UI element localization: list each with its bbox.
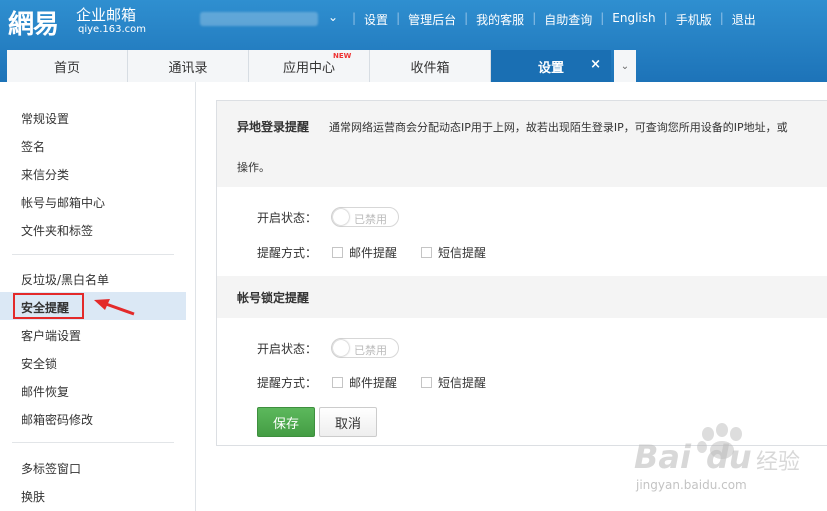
watermark-brand: Bai <box>634 438 691 476</box>
link-divider: | <box>464 11 469 25</box>
save-button[interactable]: 保存 <box>257 407 315 437</box>
account-name-blurred[interactable] <box>200 12 318 26</box>
method-label: 提醒方式： <box>257 376 318 390</box>
tab-more-dropdown[interactable]: ⌄ <box>614 50 636 82</box>
toggle-knob <box>333 209 349 225</box>
sidebar-item-client-settings[interactable]: 客户端设置 <box>21 327 81 344</box>
link-logout[interactable]: 退出 <box>732 11 756 28</box>
logo-brand: 網易 <box>8 10 59 40</box>
section-title: 帐号锁定提醒 <box>237 291 310 305</box>
section-description-cont: 操作。 <box>237 161 270 174</box>
chevron-down-icon: ⌄ <box>620 60 630 72</box>
sidebar-item-skin[interactable]: 换肤 <box>21 488 45 505</box>
status-label: 开启状态： <box>257 342 318 356</box>
tab-label: 应用中心 <box>282 60 335 76</box>
link-divider: | <box>600 11 605 25</box>
section-description: 通常网络运营商会分配动态IP用于上网，故若出现陌生登录IP，可查询您所用设备的I… <box>329 121 788 134</box>
tab-home[interactable]: 首页 <box>7 50 128 82</box>
annotation-arrow-icon <box>94 299 135 316</box>
watermark-suffix: 经验 <box>756 450 801 475</box>
toggle-text: 已禁用 <box>354 213 387 226</box>
tab-bar: 首页 通讯录 应用中心 NEW 收件箱 设置 × ⌄ <box>7 50 636 82</box>
section-header-account-lock: 帐号锁定提醒 <box>217 276 827 318</box>
top-links: | 设置 | 管理后台 | 我的客服 | 自助查询 | English | 手机… <box>344 11 756 28</box>
sms-alert-label: 短信提醒 <box>438 376 487 390</box>
sidebar-item-folders-tags[interactable]: 文件夹和标签 <box>21 222 93 239</box>
tab-settings[interactable]: 设置 × <box>491 50 611 82</box>
tab-label: 设置 <box>537 60 564 76</box>
mail-alert-checkbox[interactable] <box>332 247 343 258</box>
close-icon[interactable]: × <box>590 57 601 72</box>
account-lock-toggle[interactable]: 已禁用 <box>331 338 399 358</box>
tab-label: 通讯录 <box>168 60 208 76</box>
sms-alert-checkbox[interactable] <box>421 377 432 388</box>
link-divider: | <box>396 11 401 25</box>
link-divider: | <box>352 11 357 25</box>
logo-domain: qiye.163.com <box>78 24 146 35</box>
sidebar-item-general[interactable]: 常规设置 <box>21 110 69 127</box>
cancel-button[interactable]: 取消 <box>319 407 377 437</box>
section-title: 异地登录提醒 <box>237 120 310 134</box>
top-header: 網易 企业邮箱 qiye.163.com ⌄ | 设置 | 管理后台 | 我的客… <box>0 0 827 82</box>
method-label: 提醒方式： <box>257 246 318 260</box>
settings-sidebar: 常规设置 签名 来信分类 帐号与邮箱中心 文件夹和标签 反垃圾/黑白名单 安全提… <box>0 82 196 511</box>
toggle-knob <box>333 340 349 356</box>
new-badge: NEW <box>333 52 352 60</box>
sidebar-item-mail-recovery[interactable]: 邮件恢复 <box>21 383 69 400</box>
sms-alert-label: 短信提醒 <box>438 246 487 260</box>
link-mobile[interactable]: 手机版 <box>676 11 712 28</box>
toggle-text: 已禁用 <box>354 344 387 357</box>
sidebar-item-antispam[interactable]: 反垃圾/黑白名单 <box>21 271 109 288</box>
section-header-remote-login: 异地登录提醒 通常网络运营商会分配动态IP用于上网，故若出现陌生登录IP，可查询… <box>217 101 827 187</box>
tab-contacts[interactable]: 通讯录 <box>128 50 249 82</box>
tab-inbox[interactable]: 收件箱 <box>370 50 491 82</box>
link-divider: | <box>532 11 537 25</box>
security-alert-panel: 异地登录提醒 通常网络运营商会分配动态IP用于上网，故若出现陌生登录IP，可查询… <box>216 100 827 446</box>
sidebar-item-mail-filter[interactable]: 来信分类 <box>21 166 69 183</box>
sidebar-divider <box>12 442 174 443</box>
tab-app-center[interactable]: 应用中心 NEW <box>249 50 370 82</box>
chevron-down-icon[interactable]: ⌄ <box>328 10 338 24</box>
sidebar-item-security-lock[interactable]: 安全锁 <box>21 355 57 372</box>
mail-alert-checkbox[interactable] <box>332 377 343 388</box>
mail-alert-label: 邮件提醒 <box>349 246 398 260</box>
sidebar-item-password[interactable]: 邮箱密码修改 <box>21 411 93 428</box>
link-self-service[interactable]: 自助查询 <box>544 11 592 28</box>
link-english[interactable]: English <box>612 11 655 28</box>
sidebar-item-multi-tab[interactable]: 多标签窗口 <box>21 460 81 477</box>
link-support[interactable]: 我的客服 <box>476 11 524 28</box>
tab-label: 首页 <box>53 60 80 76</box>
link-admin[interactable]: 管理后台 <box>408 11 456 28</box>
mail-alert-label: 邮件提醒 <box>349 376 398 390</box>
baidu-jingyan-watermark: Bai du 经验 jingyan.baidu.com <box>630 420 820 500</box>
logo-product: 企业邮箱 <box>76 6 137 24</box>
watermark-brand-du: du <box>706 438 752 476</box>
link-settings[interactable]: 设置 <box>364 11 388 28</box>
status-label: 开启状态： <box>257 211 318 225</box>
tab-label: 收件箱 <box>410 60 450 76</box>
sidebar-item-account-center[interactable]: 帐号与邮箱中心 <box>21 194 105 211</box>
sidebar-item-signature[interactable]: 签名 <box>21 138 45 155</box>
annotation-highlight-box <box>13 293 84 319</box>
sms-alert-checkbox[interactable] <box>421 247 432 258</box>
remote-login-toggle[interactable]: 已禁用 <box>331 207 399 227</box>
link-divider: | <box>663 11 668 25</box>
link-divider: | <box>719 11 724 25</box>
watermark-url: jingyan.baidu.com <box>636 478 747 492</box>
sidebar-divider <box>12 254 174 255</box>
